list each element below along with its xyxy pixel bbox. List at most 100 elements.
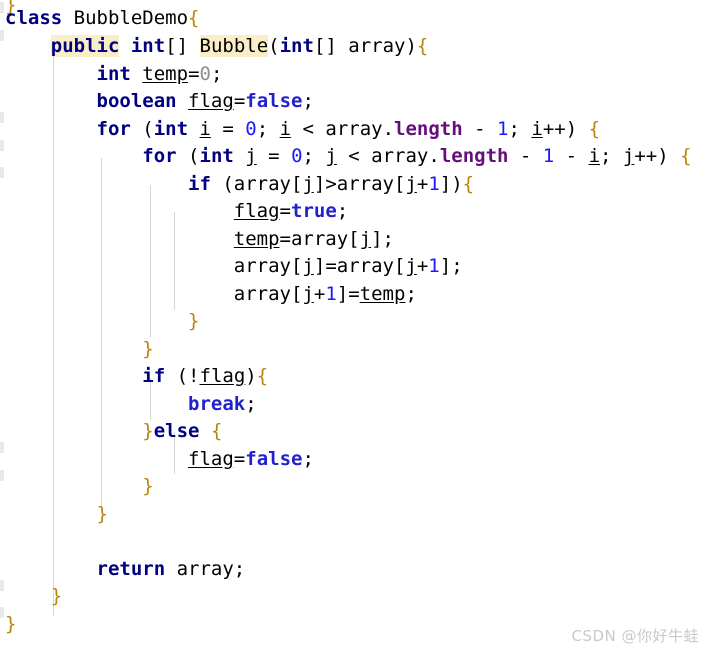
code-token: int <box>279 35 314 57</box>
code-line[interactable]: for (int i = 0; i < array.length - 1; i+… <box>5 116 601 144</box>
gutter-mark <box>0 580 4 591</box>
code-line[interactable]: }else { <box>5 418 222 446</box>
code-token: flag <box>188 447 234 470</box>
code-line[interactable]: } <box>5 501 108 529</box>
code-line[interactable]: } <box>5 611 16 639</box>
code-token: length <box>394 117 463 140</box>
code-token: j <box>245 145 257 167</box>
code-line[interactable]: break; <box>5 391 257 419</box>
code-token: flag <box>199 365 246 387</box>
code-token: ; <box>302 447 314 470</box>
code-token: j <box>622 145 635 167</box>
code-token: = <box>188 62 200 85</box>
code-line[interactable]: for (int j = 0; j < array.length - 1 - i… <box>5 143 691 171</box>
code-token: j <box>405 172 417 195</box>
code-token: [] array) <box>313 35 417 57</box>
code-line[interactable]: array[j+1]=temp; <box>5 281 417 309</box>
code-token: } <box>96 502 108 525</box>
code-line[interactable]: return array; <box>5 556 246 584</box>
code-token: i <box>531 117 543 140</box>
code-token: ]>array[ <box>313 172 406 195</box>
code-token: ; <box>210 62 223 85</box>
code-token: ]; <box>439 255 463 277</box>
code-token: < array. <box>291 117 395 140</box>
code-token: 0 <box>245 117 257 140</box>
code-token: flag <box>233 200 280 222</box>
code-token: 1 <box>497 117 509 140</box>
code-token: class <box>5 7 63 29</box>
code-token: } <box>50 585 63 607</box>
code-token: = <box>210 117 246 140</box>
code-token: } <box>142 420 154 442</box>
code-token: ]= <box>336 282 360 305</box>
code-line[interactable]: } <box>5 473 153 501</box>
code-line[interactable]: public int[] Bubble(int[] array){ <box>5 33 428 61</box>
code-token: return <box>96 557 166 580</box>
code-token: ; <box>245 392 257 415</box>
code-line[interactable]: flag=false; <box>5 446 314 474</box>
code-token: j <box>302 255 314 277</box>
code-line[interactable]: int temp=0; <box>5 61 223 89</box>
code-line[interactable]: class BubbleDemo{ <box>5 5 200 33</box>
code-token: array[ <box>5 282 303 305</box>
code-editor-viewport[interactable]: } class BubbleDemo{ public int[] Bubble(i… <box>0 0 707 652</box>
code-token: ( <box>268 35 280 57</box>
code-token: } <box>188 310 200 332</box>
code-token: j <box>405 255 417 277</box>
code-token: ; <box>302 90 314 112</box>
code-line[interactable]: boolean flag=false; <box>5 88 314 116</box>
code-token: [] <box>165 35 200 57</box>
code-line[interactable]: } <box>5 583 62 611</box>
code-token: j <box>302 282 314 305</box>
code-line[interactable]: array[j]=array[j+1]; <box>5 253 463 281</box>
code-token: i <box>279 117 292 140</box>
code-line[interactable]: temp=array[j]; <box>5 226 394 254</box>
code-token: j <box>359 227 372 250</box>
code-token: } <box>142 337 154 360</box>
code-token: if <box>142 365 166 387</box>
code-token: ( <box>176 145 200 167</box>
code-token: 0 <box>199 62 211 85</box>
gutter-mark <box>0 140 4 151</box>
code-line[interactable]: if (!flag){ <box>5 363 268 391</box>
code-line[interactable]: } <box>5 336 154 364</box>
code-token: boolean <box>96 90 177 112</box>
code-token: int <box>96 62 131 85</box>
code-token: (! <box>165 365 200 387</box>
code-token: ++) <box>634 145 681 167</box>
code-token: ; <box>600 145 623 167</box>
gutter-mark <box>0 112 4 123</box>
gutter-mark <box>0 442 4 453</box>
code-token: { <box>210 420 223 442</box>
code-token: ; <box>405 282 417 305</box>
code-token: length <box>439 145 509 167</box>
code-token: + <box>416 255 429 277</box>
code-line[interactable]: if (array[j]>array[j+1]){ <box>5 171 474 199</box>
code-token: i <box>199 117 211 140</box>
code-token: < array. <box>336 145 440 167</box>
code-token: { <box>416 35 429 57</box>
code-token: - <box>508 145 543 167</box>
code-token: flag <box>188 90 234 112</box>
code-line[interactable]: } <box>5 308 199 336</box>
code-token: i <box>588 145 601 167</box>
code-token: true <box>291 200 337 222</box>
code-token: if <box>188 172 211 195</box>
code-line[interactable]: flag=true; <box>5 198 348 226</box>
code-token: ]; <box>371 227 394 250</box>
code-token: array; <box>165 557 246 580</box>
code-token: = <box>233 447 246 470</box>
